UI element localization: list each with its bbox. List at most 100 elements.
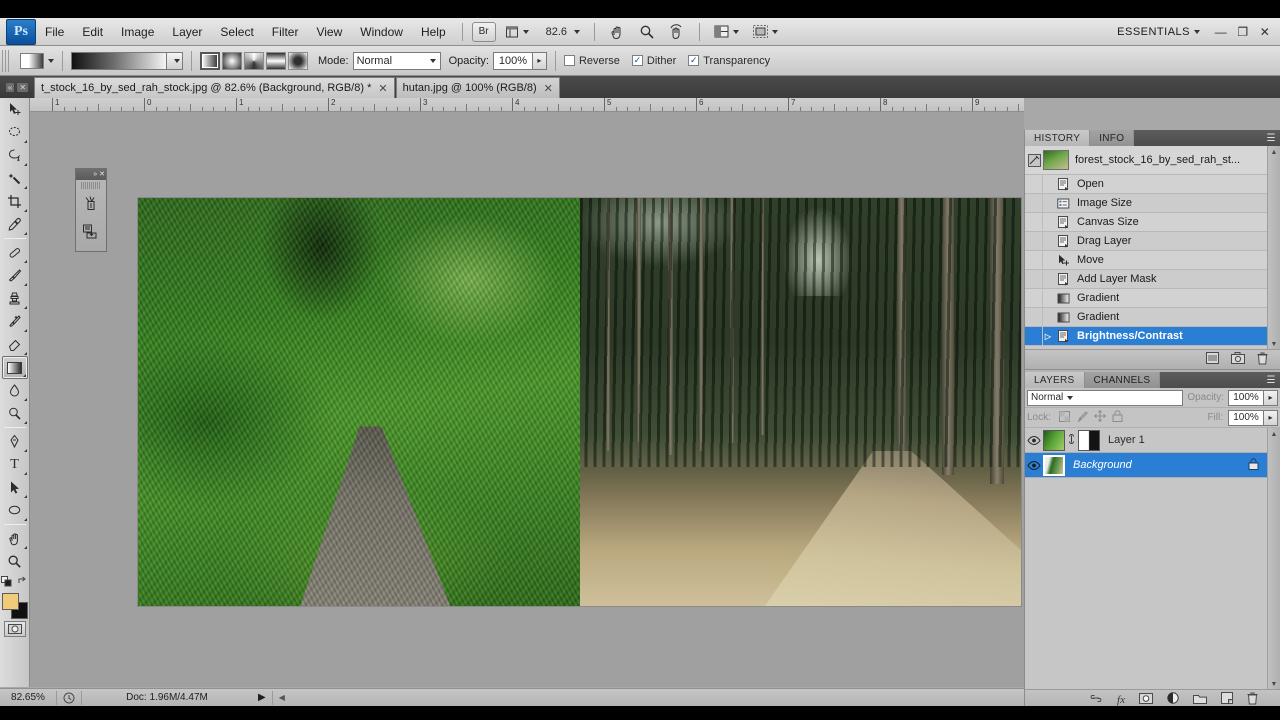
minimize-button[interactable]: — (1210, 21, 1232, 43)
hand-tool[interactable] (2, 527, 28, 550)
new-group-icon[interactable] (1193, 693, 1207, 707)
scroll-up-icon[interactable]: ▲ (1268, 428, 1280, 440)
layer-fill-input[interactable]: 100% (1228, 409, 1264, 426)
clone-stamp-tool[interactable] (2, 287, 28, 310)
menu-edit[interactable]: Edit (73, 21, 112, 43)
history-state-row[interactable]: Drag Layer (1025, 231, 1267, 251)
layer-fill-stepper[interactable]: ▸ (1264, 409, 1278, 426)
workspace-switcher[interactable]: ESSENTIALS — ❐ ✕ (1117, 21, 1280, 43)
magic-wand-tool[interactable] (2, 167, 28, 190)
crop-tool[interactable] (2, 190, 28, 213)
tab-channels[interactable]: CHANNELS (1084, 372, 1161, 388)
gradient-type-diamond[interactable] (288, 51, 308, 70)
layer-visibility-icon[interactable] (1025, 460, 1043, 471)
history-scrollbar[interactable]: ▲ ▼ (1267, 146, 1280, 350)
delete-state-icon[interactable] (1257, 352, 1268, 368)
layer-mask-link-icon[interactable] (1067, 433, 1076, 448)
history-state-row[interactable]: Move (1025, 250, 1267, 270)
layer-visibility-icon[interactable] (1025, 435, 1043, 446)
history-state-source-toggle[interactable] (1025, 269, 1043, 289)
arrange-documents-button[interactable] (711, 21, 742, 43)
gradient-type-linear[interactable] (200, 51, 220, 70)
view-extras-button[interactable] (502, 21, 532, 43)
canvas-area[interactable] (30, 112, 1024, 687)
transparency-checkbox[interactable]: ✓ (688, 55, 700, 66)
history-state-source-toggle[interactable] (1025, 288, 1043, 308)
eraser-tool[interactable] (2, 333, 28, 356)
opacity-input[interactable]: 100% (492, 51, 533, 70)
add-layer-mask-icon[interactable] (1139, 692, 1153, 707)
history-panel-menu-icon[interactable]: ☰ (1262, 130, 1280, 146)
layers-panel-menu-icon[interactable]: ☰ (1262, 372, 1280, 388)
options-bar-grip[interactable] (2, 49, 10, 72)
menu-select[interactable]: Select (211, 21, 262, 43)
menu-layer[interactable]: Layer (163, 21, 211, 43)
status-popup-arrow-icon[interactable]: ▶ (252, 689, 272, 707)
close-button[interactable]: ✕ (1254, 21, 1276, 43)
eyedropper-tool[interactable] (2, 213, 28, 236)
opacity-control[interactable]: 100% ▸ (492, 51, 547, 70)
history-state-source-toggle[interactable] (1025, 212, 1043, 232)
gradient-tool[interactable] (1, 356, 28, 379)
history-state-row[interactable]: Gradient (1025, 288, 1267, 308)
layer-list[interactable]: Layer 1 Background (1025, 428, 1267, 689)
history-state-source-toggle[interactable] (1025, 307, 1043, 327)
lasso-tool[interactable] (2, 144, 28, 167)
pen-tool[interactable] (2, 430, 28, 453)
history-state-row[interactable]: Canvas Size (1025, 212, 1267, 232)
layers-scrollbar[interactable]: ▲ ▼ (1267, 428, 1280, 690)
expand-icon[interactable]: » (93, 171, 97, 178)
layer-opacity-stepper[interactable]: ▸ (1264, 389, 1278, 406)
gradient-type-angle[interactable] (244, 51, 264, 70)
menu-filter[interactable]: Filter (263, 21, 308, 43)
collapse-icon[interactable]: « (5, 82, 15, 92)
opacity-stepper[interactable]: ▸ (532, 51, 547, 70)
menu-view[interactable]: View (307, 21, 351, 43)
layer-name[interactable]: Layer 1 (1108, 434, 1145, 446)
menu-file[interactable]: File (36, 21, 73, 43)
close-icon[interactable]: ✕ (17, 82, 29, 92)
gradient-type-reflected[interactable] (266, 51, 286, 70)
menu-help[interactable]: Help (412, 21, 455, 43)
document-tab-hutan[interactable]: hutan.jpg @ 100% (RGB/8) ✕ (395, 77, 560, 98)
history-state-source-toggle[interactable] (1025, 174, 1043, 194)
history-state-row[interactable]: Open (1025, 174, 1267, 194)
history-snapshot-row[interactable]: forest_stock_16_by_sed_rah_st... (1025, 146, 1267, 175)
status-scroll-left-icon[interactable]: ◀ (273, 689, 291, 707)
layer-style-fx-icon[interactable]: fx (1117, 694, 1125, 706)
marquee-tool[interactable] (2, 121, 28, 144)
layer-thumbnail[interactable] (1043, 429, 1065, 451)
document-tab-forest[interactable]: t_stock_16_by_sed_rah_stock.jpg @ 82.6% … (34, 77, 395, 98)
layer-row-background[interactable]: Background (1025, 453, 1267, 478)
menu-window[interactable]: Window (351, 21, 412, 43)
quick-mask-toggle[interactable] (3, 621, 26, 637)
zoom-level-display[interactable]: 82.6 (540, 21, 583, 43)
new-document-from-state-icon[interactable] (1206, 352, 1219, 367)
history-list[interactable]: forest_stock_16_by_sed_rah_st... Open Ima… (1025, 146, 1267, 349)
reverse-checkbox[interactable] (563, 55, 575, 66)
tab-bar-collapse-controls[interactable]: « ✕ (0, 76, 34, 98)
dodge-tool[interactable] (2, 402, 28, 425)
status-doc-info[interactable]: Doc: 1.96M/4.47M (82, 689, 252, 707)
mini-panel-brush-button[interactable] (79, 191, 103, 217)
layer-name[interactable]: Background (1073, 459, 1132, 471)
horizontal-ruler[interactable]: 1 0 1 2 3 4 5 6 7 8 9 (30, 98, 1024, 112)
scroll-up-icon[interactable]: ▲ (1268, 146, 1280, 158)
gradient-preview[interactable] (71, 51, 167, 70)
tab-info[interactable]: INFO (1090, 130, 1135, 146)
blur-tool[interactable] (2, 379, 28, 402)
history-state-row[interactable]: Gradient (1025, 307, 1267, 327)
mini-panel-grip[interactable] (81, 182, 101, 189)
type-tool[interactable]: T (2, 453, 28, 476)
document-canvas-image[interactable] (137, 197, 1022, 607)
shape-tool[interactable] (2, 499, 28, 522)
lock-all-icon[interactable] (1112, 410, 1123, 425)
menu-image[interactable]: Image (112, 21, 163, 43)
transparency-checkbox-group[interactable]: ✓ Transparency (688, 55, 770, 67)
history-state-row[interactable]: ▷ Brightness/Contrast (1025, 326, 1267, 346)
close-icon[interactable]: ✕ (99, 171, 105, 178)
layer-row-layer1[interactable]: Layer 1 (1025, 428, 1267, 453)
floating-mini-panel[interactable]: » ✕ (75, 168, 107, 252)
blend-mode-select[interactable]: Normal (352, 51, 441, 70)
gradient-type-radial[interactable] (222, 51, 242, 70)
